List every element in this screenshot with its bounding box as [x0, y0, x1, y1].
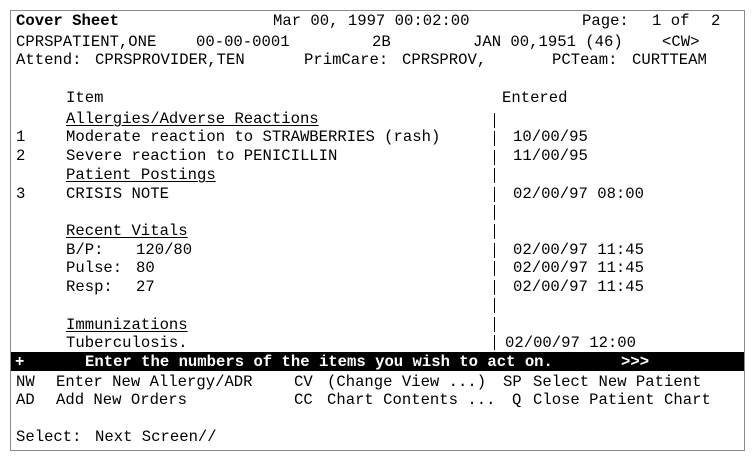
attend-label: Attend:: [16, 51, 82, 69]
action-ad-label[interactable]: Add New Orders: [56, 391, 187, 409]
list-item[interactable]: CRISIS NOTE: [66, 185, 169, 203]
action-cv-label[interactable]: (Change View ...): [327, 373, 486, 391]
column-divider: [494, 187, 495, 202]
entered-date: 02/00/97 08:00: [513, 185, 645, 203]
action-cc-label[interactable]: Chart Contents ...: [327, 391, 495, 409]
column-divider: [494, 261, 495, 276]
column-divider: [494, 113, 495, 128]
action-q-label[interactable]: Close Patient Chart: [533, 391, 711, 409]
column-divider: [494, 150, 495, 165]
column-divider: [494, 335, 495, 350]
next-page-arrows[interactable]: >>>: [621, 353, 649, 371]
action-ad-code[interactable]: AD: [16, 391, 35, 409]
entered-date: 02/00/97 11:45: [513, 278, 645, 296]
pcteam-label: PCTeam:: [552, 51, 618, 69]
cw-flag[interactable]: <CW>: [662, 33, 699, 51]
action-cc-code[interactable]: CC: [294, 391, 313, 409]
item-number: 1: [16, 128, 26, 146]
column-entered: Entered: [502, 89, 568, 107]
vital-label: B/P:: [66, 241, 104, 259]
column-divider: [494, 298, 495, 313]
action-nw-label[interactable]: Enter New Allergy/ADR: [56, 373, 253, 391]
page-total: 2: [711, 12, 721, 30]
vital-value: 120/80: [136, 241, 193, 259]
column-divider: [494, 205, 495, 220]
attend-provider: CPRSPROVIDER,TEN: [95, 51, 245, 69]
page-number: 1 of: [652, 12, 690, 30]
select-label: Select:: [16, 428, 82, 446]
action-sp-code[interactable]: SP: [503, 373, 522, 391]
column-divider: [494, 317, 495, 332]
column-divider: [494, 280, 495, 295]
section-vitals-heading: Recent Vitals: [66, 222, 188, 240]
screen-title: Cover Sheet: [16, 12, 119, 30]
column-divider: [494, 131, 495, 146]
list-item[interactable]: Severe reaction to PENICILLIN: [66, 147, 337, 165]
patient-dob: JAN 00,1951 (46): [473, 33, 623, 51]
action-prompt-bar: + Enter the numbers of the items you wis…: [11, 352, 744, 371]
select-input[interactable]: Next Screen//: [95, 428, 217, 446]
column-divider: [494, 224, 495, 239]
list-item[interactable]: Tuberculosis.: [66, 334, 188, 352]
section-allergies-heading: Allergies/Adverse Reactions: [66, 110, 319, 128]
header-date: Mar 00, 1997 00:02:00: [273, 12, 470, 30]
patient-ward: 2B: [372, 33, 391, 51]
primcare-label: PrimCare:: [304, 51, 389, 69]
action-q-code[interactable]: Q: [512, 391, 521, 409]
list-item[interactable]: Moderate reaction to STRAWBERRIES (rash): [66, 128, 440, 146]
vital-label: Pulse:: [66, 259, 123, 277]
entered-date: 02/00/97 11:45: [513, 259, 645, 277]
section-postings-heading: Patient Postings: [66, 166, 216, 184]
entered-date: 02/00/97 11:45: [513, 241, 645, 259]
patient-name: CPRSPATIENT,ONE: [16, 33, 157, 51]
prompt-text: Enter the numbers of the items you wish …: [85, 353, 553, 371]
item-number: 2: [16, 147, 26, 165]
frame-gap: [0, 98, 10, 110]
page-label: Page:: [582, 12, 629, 30]
entered-date: 11/00/95: [513, 147, 588, 165]
entered-date: 02/00/97 12:00: [505, 334, 637, 352]
patient-ssn: 00-00-0001: [196, 33, 290, 51]
column-divider: [494, 243, 495, 258]
vital-value: 80: [136, 259, 155, 277]
vital-value: 27: [136, 278, 155, 296]
column-divider: [494, 168, 495, 183]
pcteam-name: CURTTEAM: [632, 51, 707, 69]
vital-label: Resp:: [66, 278, 113, 296]
action-sp-label[interactable]: Select New Patient: [533, 373, 701, 391]
plus-indicator[interactable]: +: [15, 353, 24, 371]
item-number: 3: [16, 185, 26, 203]
primcare-provider: CPRSPROV,: [402, 51, 487, 69]
column-item: Item: [66, 89, 104, 107]
entered-date: 10/00/95: [513, 128, 588, 146]
action-nw-code[interactable]: NW: [16, 373, 35, 391]
section-immunizations-heading: Immunizations: [66, 316, 188, 334]
action-cv-code[interactable]: CV: [294, 373, 313, 391]
